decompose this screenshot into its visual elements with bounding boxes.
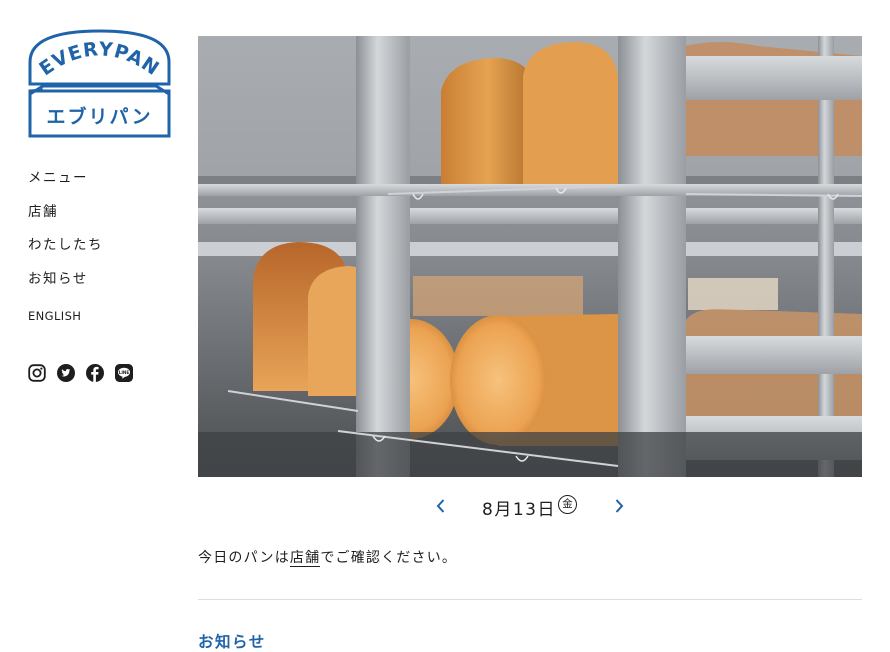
svg-text:LINE: LINE	[119, 370, 130, 375]
line-icon[interactable]: LINE	[115, 364, 133, 382]
notice-text-after: でご確認ください。	[320, 550, 458, 566]
hero-image	[198, 36, 862, 477]
news-heading: お知らせ	[198, 633, 266, 651]
nav-about[interactable]: わたしたち	[28, 237, 103, 254]
social-links: LINE	[28, 364, 133, 382]
chevron-right-icon[interactable]	[607, 494, 631, 518]
date-navigator: 8月13日 金	[198, 490, 862, 522]
current-date: 8月13日	[482, 500, 556, 520]
section-divider	[198, 599, 862, 600]
chevron-left-icon[interactable]	[429, 494, 453, 518]
bread-notice: 今日のパンは店舗でご確認ください。	[198, 547, 457, 567]
everypan-logo[interactable]: EVERYPAN エブリパン	[27, 28, 172, 140]
nav-news[interactable]: お知らせ	[28, 271, 103, 288]
nav-english[interactable]: ENGLISH	[28, 308, 103, 325]
main-nav: メニュー 店舗 わたしたち お知らせ ENGLISH	[28, 170, 103, 341]
notice-text-before: 今日のパンは	[198, 550, 290, 566]
twitter-icon[interactable]	[57, 364, 75, 382]
logo-text-ja: エブリパン	[47, 105, 153, 128]
nav-stores[interactable]: 店舗	[28, 204, 103, 221]
instagram-icon[interactable]	[28, 364, 46, 382]
nav-menu[interactable]: メニュー	[28, 170, 103, 187]
stores-link[interactable]: 店舗	[289, 550, 321, 567]
weekday-badge: 金	[558, 495, 577, 514]
facebook-icon[interactable]	[86, 364, 104, 382]
